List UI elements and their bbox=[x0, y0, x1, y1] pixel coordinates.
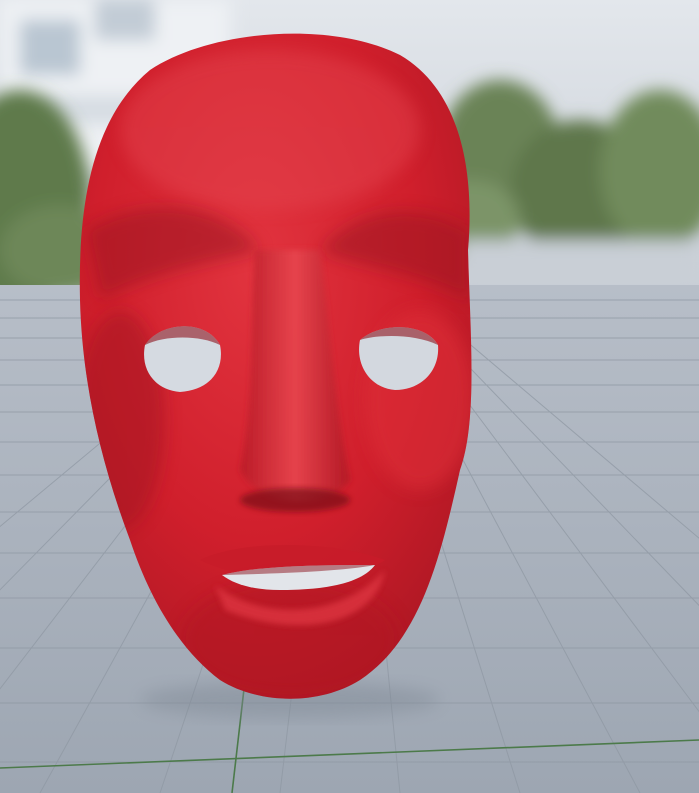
scene-canvas bbox=[0, 0, 699, 793]
viewport-scene bbox=[0, 0, 699, 793]
